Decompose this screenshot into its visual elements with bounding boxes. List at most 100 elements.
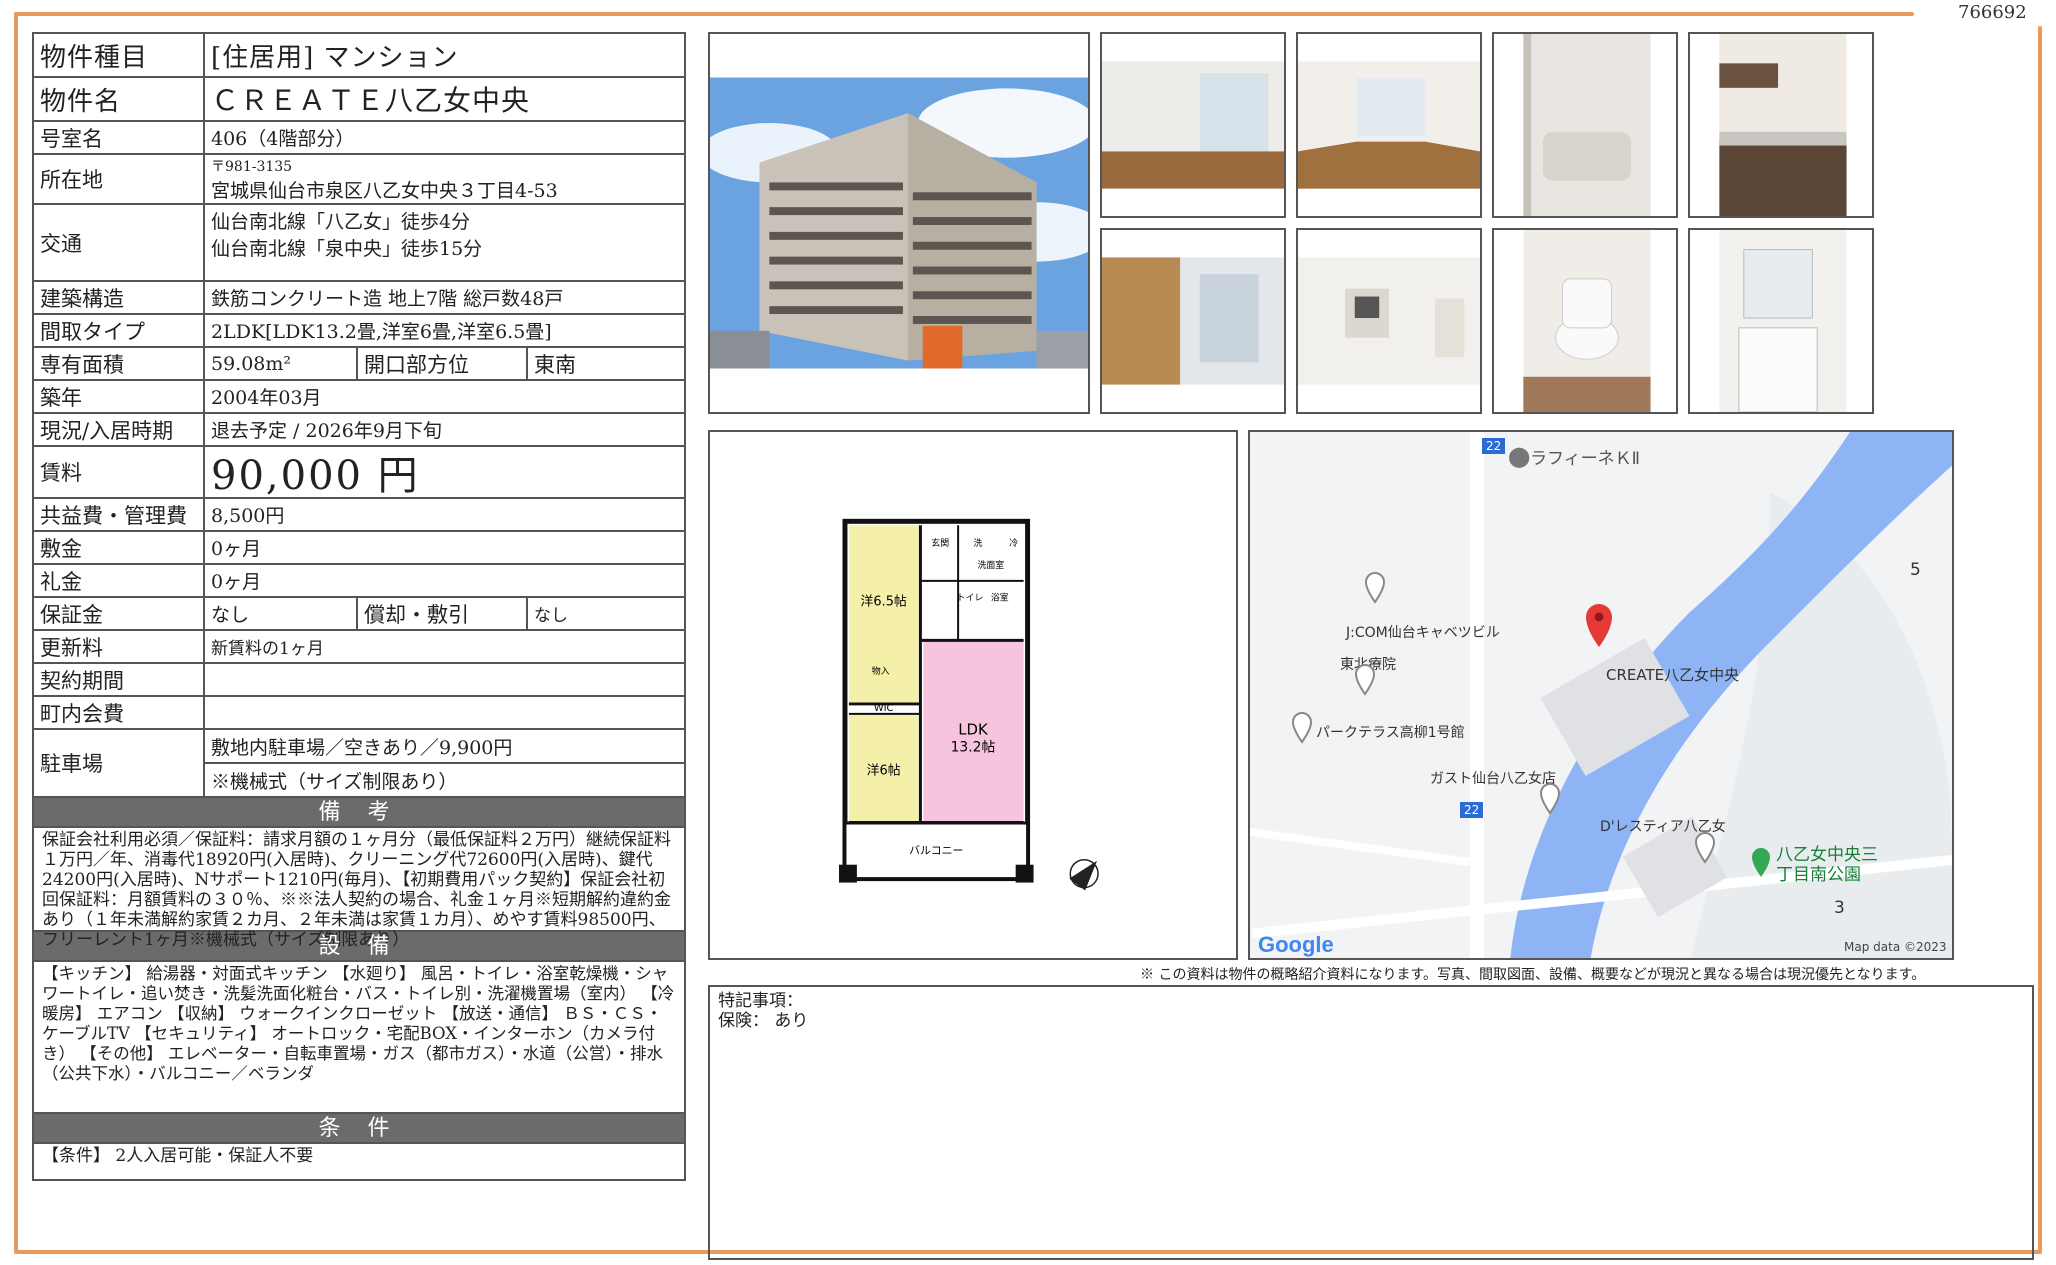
room-photo-1[interactable] — [1100, 32, 1286, 218]
notes-body: 保証会社利用必須／保証料：請求月額の１ヶ月分（最低保証料２万円）継続保証料１万円… — [34, 828, 684, 950]
closet-room-image — [1102, 230, 1284, 412]
remarks-line-1: 特記事項： — [718, 991, 803, 1011]
row-structure: 建築構造 鉄筋コンクリート造 地上7階 総戸数48戸 — [34, 282, 684, 315]
built-label: 築年 — [34, 381, 205, 412]
address-label: 所在地 — [34, 155, 205, 203]
row-type: 物件種目 [住居用] マンション — [34, 34, 684, 78]
row-address: 所在地 〒981-3135 宮城県仙台市泉区八乙女中央３丁目4-53 — [34, 155, 684, 205]
room-a-label: 洋6.5帖 — [861, 595, 907, 610]
room-photo-4[interactable] — [1688, 32, 1874, 218]
amort-value: なし — [526, 598, 684, 629]
access-value: 仙台南北線「八乙女」徒歩4分 仙台南北線「泉中央」徒歩15分 — [205, 205, 684, 280]
row-access: 交通 仙台南北線「八乙女」徒歩4分 仙台南北線「泉中央」徒歩15分 — [34, 205, 684, 282]
poi-drestia: D'レスティア八乙女 — [1600, 819, 1726, 835]
washer-label: 洗 — [974, 537, 983, 549]
address-value: 〒981-3135 宮城県仙台市泉区八乙女中央３丁目4-53 — [205, 155, 684, 203]
bedroom-image — [1298, 34, 1480, 216]
special-remarks-box: 特記事項： 保険： あり — [708, 985, 2034, 1260]
intercom-panel-image — [1298, 230, 1480, 412]
poi-park-line-2: 丁目南公園 — [1776, 865, 1861, 885]
contract-label: 契約期間 — [34, 664, 205, 695]
frame-left — [14, 12, 18, 1254]
built-value: 2004年03月 — [211, 387, 322, 409]
guarantee-label: 保証金 — [34, 598, 205, 629]
building-exterior-image — [710, 34, 1088, 412]
address-text: 宮城県仙台市泉区八乙女中央３丁目4-53 — [211, 179, 558, 202]
room-photo-3[interactable] — [1492, 32, 1678, 218]
room-photo-7[interactable] — [1492, 228, 1678, 414]
equipment-body: 【キッチン】 給湯器・対面式キッチン 【水廻り】 風呂・トイレ・浴室乾燥機・シャ… — [34, 962, 684, 1114]
access-line-2: 仙台南北線「泉中央」徒歩15分 — [211, 238, 483, 260]
row-area: 専有面積 59.08m² 開口部方位 東南 — [34, 348, 684, 381]
renewal-label: 更新料 — [34, 631, 205, 662]
association-value — [205, 697, 684, 728]
room-photo-8[interactable] — [1688, 228, 1874, 414]
block-number-5: 5 — [1910, 560, 1921, 580]
conditions-heading: 条 件 — [34, 1114, 684, 1144]
poi-hospital: 東北療院 — [1340, 657, 1396, 673]
document-id: 766692 — [1958, 2, 2027, 23]
wic-label: WIC — [874, 703, 894, 714]
area-value: 59.08m² — [211, 352, 292, 375]
room-b-label: 洋6帖 — [867, 763, 901, 778]
room-label: 号室名 — [34, 122, 205, 153]
direction-label: 開口部方位 — [356, 348, 526, 379]
vanity-image — [1690, 230, 1872, 412]
balcony-label: バルコニー — [909, 844, 963, 857]
parking-line-2: ※機械式（サイズ制限あり） — [211, 770, 458, 793]
keymoney-label: 礼金 — [34, 565, 205, 596]
parking-label: 駐車場 — [34, 730, 205, 796]
exterior-photo[interactable] — [708, 32, 1090, 414]
guarantee-value: なし — [211, 604, 250, 626]
access-label: 交通 — [34, 205, 205, 280]
row-parking: 駐車場 敷地内駐車場／空きあり／9,900円 ※機械式（サイズ制限あり） — [34, 730, 684, 798]
guarantee-split: なし 償却・敷引 なし — [205, 598, 684, 629]
row-name: 物件名 ＣＲＥＡＴＥ八乙女中央 — [34, 78, 684, 122]
fridge-label: 冷 — [1009, 537, 1018, 549]
map-credit: Map data ©2023 — [1844, 940, 1947, 954]
type-label: 物件種目 — [34, 34, 205, 76]
layout-label: 間取タイプ — [34, 315, 205, 346]
conditions-body: 【条件】 2人入居可能・保証人不要 — [42, 1146, 314, 1166]
direction-value: 東南 — [526, 348, 684, 379]
entrance-label: 玄関 — [931, 537, 949, 549]
map-pin-gray-icon: ⬤ — [1508, 444, 1531, 468]
ldk-label: LDK — [958, 721, 989, 739]
floor-plan[interactable]: 洋6.5帖 洋6帖 LDK 13.2帖 WIC バルコニー 玄関 洗面室 トイレ… — [708, 430, 1238, 960]
rent-label: 賃料 — [34, 447, 205, 497]
parking-line-1: 敷地内駐車場／空きあり／9,900円 — [205, 730, 684, 764]
road-number-badge: 22 — [1482, 438, 1506, 454]
deposit-value: 0ヶ月 — [211, 538, 262, 560]
poi-parkterrace: パークテラス高柳1号館 — [1316, 725, 1465, 741]
block-number-3: 3 — [1834, 898, 1845, 918]
status-value: 退去予定 / 2026年9月下旬 — [211, 420, 442, 442]
poi-gusto: ガスト仙台八乙女店 — [1430, 771, 1556, 787]
toilet-label: トイレ — [957, 594, 984, 604]
row-room: 号室名 406（4階部分） — [34, 122, 684, 155]
toilet-image — [1494, 230, 1676, 412]
notes-heading: 備 考 — [34, 798, 684, 828]
storage-label: 物入 — [872, 665, 890, 677]
frame-right — [2038, 26, 2042, 1252]
poi-create: CREATE八乙女中央 — [1606, 666, 1740, 684]
room-photo-2[interactable] — [1296, 32, 1482, 218]
contract-value — [205, 664, 684, 695]
road-number-badge-2: 22 — [1460, 802, 1484, 818]
google-logo: Google — [1258, 932, 1334, 957]
room-photo-6[interactable] — [1296, 228, 1482, 414]
row-contract: 契約期間 — [34, 664, 684, 697]
type-value: [住居用] マンション — [211, 42, 459, 73]
deposit-label: 敷金 — [34, 532, 205, 563]
association-label: 町内会費 — [34, 697, 205, 728]
location-map[interactable]: 22 22 ラフィーネＫⅡ ⬤ J:COM仙台キャベツビル 東北療院 パークテラ… — [1248, 430, 1954, 960]
area-split: 59.08m² 開口部方位 東南 — [205, 348, 684, 379]
structure-label: 建築構造 — [34, 282, 205, 313]
name-value: ＣＲＥＡＴＥ八乙女中央 — [211, 84, 531, 117]
zip-code: 〒981-3135 — [211, 158, 293, 175]
room-photo-5[interactable] — [1100, 228, 1286, 414]
status-label: 現況/入居時期 — [34, 414, 205, 445]
fee-label: 共益費・管理費 — [34, 499, 205, 530]
amort-label: 償却・敷引 — [356, 598, 526, 629]
parking-values: 敷地内駐車場／空きあり／9,900円 ※機械式（サイズ制限あり） — [205, 730, 684, 796]
room-value: 406（4階部分） — [211, 128, 355, 150]
